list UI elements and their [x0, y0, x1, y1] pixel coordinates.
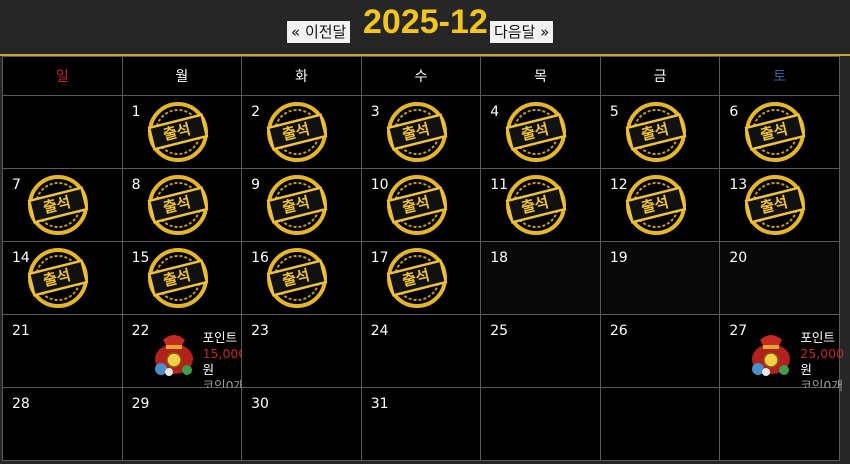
reward-bag-icon [151, 326, 197, 376]
day-number: 28 [12, 396, 30, 412]
reward-unit: 원 [202, 362, 215, 377]
day-number: 21 [12, 323, 30, 339]
day-number: 9 [251, 177, 261, 193]
day-cell[interactable]: 11 출석 [480, 168, 601, 242]
day-cell[interactable]: 9 출석 [241, 168, 362, 242]
day-cell[interactable]: 30 [241, 387, 362, 461]
day-number: 6 [729, 104, 739, 120]
day-cell[interactable]: 16 출석 [241, 241, 362, 315]
day-cell[interactable]: 12 출석 [599, 168, 721, 242]
day-cell[interactable]: 13 출석 [719, 168, 840, 242]
week-row: 1 출석 2 출석 3 출석 4 출석 5 출석 6 출석 [2, 95, 840, 169]
day-number: 24 [370, 323, 389, 339]
day-number: 26 [609, 323, 628, 339]
week-row: 21 22 포인트 15,000 원 코인0개 23 24 25 26 27 포인트 25,000 원 코인… [2, 314, 844, 393]
day-cell[interactable]: 15 출석 [121, 241, 243, 315]
day-cell[interactable]: 8 출석 [121, 168, 243, 242]
reward-label: 포인트 [202, 330, 238, 345]
day-number: 29 [131, 396, 150, 412]
day-number: 8 [131, 177, 141, 193]
day-cell[interactable]: 27 포인트 25,000 원 코인0개 [719, 314, 844, 393]
reward-bag-icon [748, 326, 794, 376]
day-number: 25 [490, 323, 509, 339]
day-cell[interactable]: 14 출석 [2, 241, 123, 315]
day-cell[interactable]: 18 [480, 241, 601, 315]
next-month-button[interactable]: 다음달 » [490, 21, 554, 43]
day-cell[interactable] [480, 387, 601, 461]
month-title: 2025-12 [363, 3, 488, 41]
reward-info: 포인트 25,000 원 코인0개 [800, 330, 845, 394]
day-cell[interactable]: 29 [121, 387, 243, 461]
day-number: 31 [370, 396, 389, 412]
weekday-wed: 수 [360, 56, 482, 96]
day-cell[interactable]: 10 출석 [360, 168, 482, 242]
weekday-tue: 화 [241, 56, 362, 96]
day-number: 2 [251, 104, 261, 120]
day-cell[interactable]: 31 [360, 387, 482, 461]
day-number: 27 [729, 323, 748, 339]
day-cell[interactable]: 20 [719, 241, 840, 315]
reward-label: 포인트 [800, 330, 835, 345]
week-row: 14 출석 15 출석 16 출석 17 출석 18 19 20 [2, 241, 840, 315]
day-cell[interactable]: 19 [599, 241, 721, 315]
day-number: 3 [370, 104, 380, 120]
reward-unit: 원 [800, 362, 812, 377]
day-number: 1 [131, 104, 141, 120]
weekday-sat: 토 [719, 56, 840, 96]
day-number: 20 [729, 250, 748, 266]
prev-month-button[interactable]: « 이전달 [287, 21, 351, 43]
day-cell[interactable]: 26 [599, 314, 721, 388]
day-cell[interactable]: 2 출석 [241, 95, 362, 169]
day-cell[interactable]: 6 출석 [719, 95, 840, 169]
day-cell[interactable]: 5 출석 [599, 95, 721, 169]
day-number: 4 [490, 104, 500, 120]
weekday-fri: 금 [599, 56, 721, 96]
day-cell[interactable]: 21 [2, 314, 123, 388]
day-number: 22 [131, 323, 150, 339]
day-cell[interactable]: 3 출석 [360, 95, 482, 169]
day-cell[interactable]: 1 출석 [121, 95, 243, 169]
week-row: 28 29 30 31 [2, 387, 840, 461]
day-cell[interactable]: 17 출석 [360, 241, 482, 315]
calendar-header: « 이전달 2025-12 다음달 » [0, 0, 850, 54]
day-cell[interactable] [2, 95, 123, 169]
week-row: 7 출석 8 출석 9 출석 10 출석 11 출석 12 출석 13 출석 [2, 168, 840, 242]
weekday-header-row: 일 월 화 수 목 금 토 [2, 56, 840, 96]
day-cell[interactable]: 23 [241, 314, 362, 388]
day-cell[interactable]: 25 [480, 314, 601, 388]
day-number: 5 [609, 104, 619, 120]
day-cell[interactable]: 7 출석 [2, 168, 123, 242]
weekday-sun: 일 [2, 56, 123, 96]
day-number: 18 [490, 250, 509, 266]
day-cell[interactable]: 28 [2, 387, 123, 461]
day-cell[interactable]: 24 [360, 314, 482, 388]
day-cell[interactable]: 22 포인트 15,000 원 코인0개 [121, 314, 246, 393]
day-cell[interactable] [599, 387, 721, 461]
weekday-mon: 월 [121, 56, 243, 96]
day-number: 30 [251, 396, 269, 412]
day-number: 7 [12, 177, 21, 193]
reward-amount: 25,000 [800, 346, 845, 361]
day-number: 19 [609, 250, 628, 266]
attendance-calendar: 일 월 화 수 목 금 토 1 출석 2 출석 3 출석 4 출석 5 출석 6 출석 7 출석 8 출석 9 출… [2, 56, 844, 461]
day-cell[interactable] [719, 387, 840, 461]
day-cell[interactable]: 4 출석 [480, 95, 601, 169]
day-number: 23 [251, 323, 269, 339]
weekday-thu: 목 [480, 56, 601, 96]
